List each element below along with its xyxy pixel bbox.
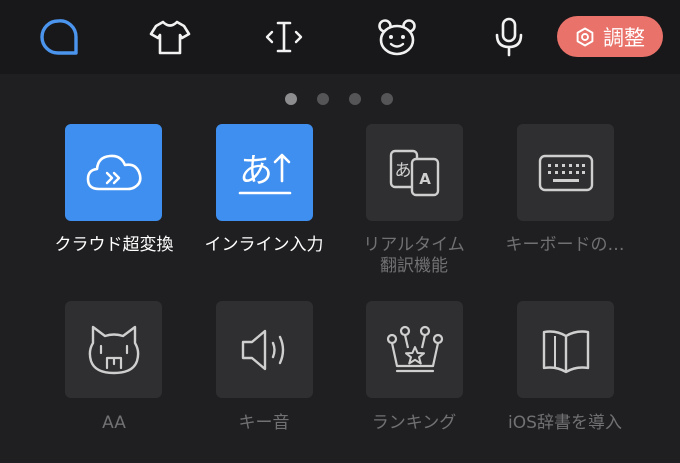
keyboard-settings-tile[interactable] bbox=[517, 124, 614, 221]
cloud-arrows-icon bbox=[86, 154, 142, 190]
realtime-translation-label-line2: 翻訳機能 bbox=[380, 256, 448, 276]
ascii-art-label: AA bbox=[102, 413, 126, 433]
svg-text:あ: あ bbox=[394, 161, 411, 181]
cloud-conversion-label: クラウド超変換 bbox=[54, 235, 174, 255]
emoji-button[interactable] bbox=[373, 13, 421, 61]
ascii-art-cat-icon bbox=[88, 325, 139, 374]
search-button[interactable] bbox=[34, 13, 82, 61]
svg-text:A: A bbox=[419, 170, 431, 188]
key-sound-tile[interactable] bbox=[216, 301, 313, 398]
key-sound-label: キー音 bbox=[238, 413, 290, 433]
search-icon bbox=[40, 19, 78, 55]
book-icon bbox=[542, 329, 589, 373]
toolbar: 調整 bbox=[0, 0, 680, 74]
hiragana-a-arrow-icon: あ bbox=[238, 151, 291, 194]
inline-input-label: インライン入力 bbox=[204, 235, 324, 255]
ascii-art-tile[interactable] bbox=[65, 301, 162, 398]
speaker-icon bbox=[241, 329, 284, 370]
adjust-button-label: 調整 bbox=[603, 25, 645, 50]
page-dot-1[interactable] bbox=[285, 93, 297, 105]
page-indicator bbox=[0, 92, 680, 106]
shirt-icon bbox=[149, 20, 191, 55]
theme-button[interactable] bbox=[146, 13, 194, 61]
page-dot-4[interactable] bbox=[381, 93, 393, 105]
cursor-icon bbox=[265, 21, 303, 53]
inline-input-tile[interactable]: あ bbox=[216, 124, 313, 221]
realtime-translation-tile[interactable]: あ A bbox=[366, 124, 463, 221]
realtime-translation-label-line1: リアルタイム bbox=[363, 235, 465, 255]
voice-input-button[interactable] bbox=[485, 13, 533, 61]
microphone-icon bbox=[495, 17, 523, 57]
page-dot-3[interactable] bbox=[349, 93, 361, 105]
ios-dictionary-tile[interactable] bbox=[517, 301, 614, 398]
page-dot-2[interactable] bbox=[317, 93, 329, 105]
ranking-label: ランキング bbox=[371, 413, 457, 433]
keyboard-settings-label: キーボードの… bbox=[505, 235, 625, 255]
crown-icon bbox=[386, 325, 443, 372]
cursor-button[interactable] bbox=[260, 13, 308, 61]
ranking-tile[interactable] bbox=[366, 301, 463, 398]
bear-face-icon bbox=[378, 19, 416, 56]
adjust-button[interactable]: 調整 bbox=[557, 16, 663, 57]
cloud-conversion-tile[interactable] bbox=[65, 124, 162, 221]
hexagon-settings-icon bbox=[576, 27, 594, 46]
realtime-translation-label: リアルタイム 翻訳機能 bbox=[339, 235, 489, 277]
ios-dictionary-label: iOS辞書を導入 bbox=[508, 413, 622, 433]
svg-text:あ: あ bbox=[239, 151, 273, 191]
keyboard-icon bbox=[538, 154, 593, 191]
translate-icon: あ A bbox=[389, 149, 439, 196]
